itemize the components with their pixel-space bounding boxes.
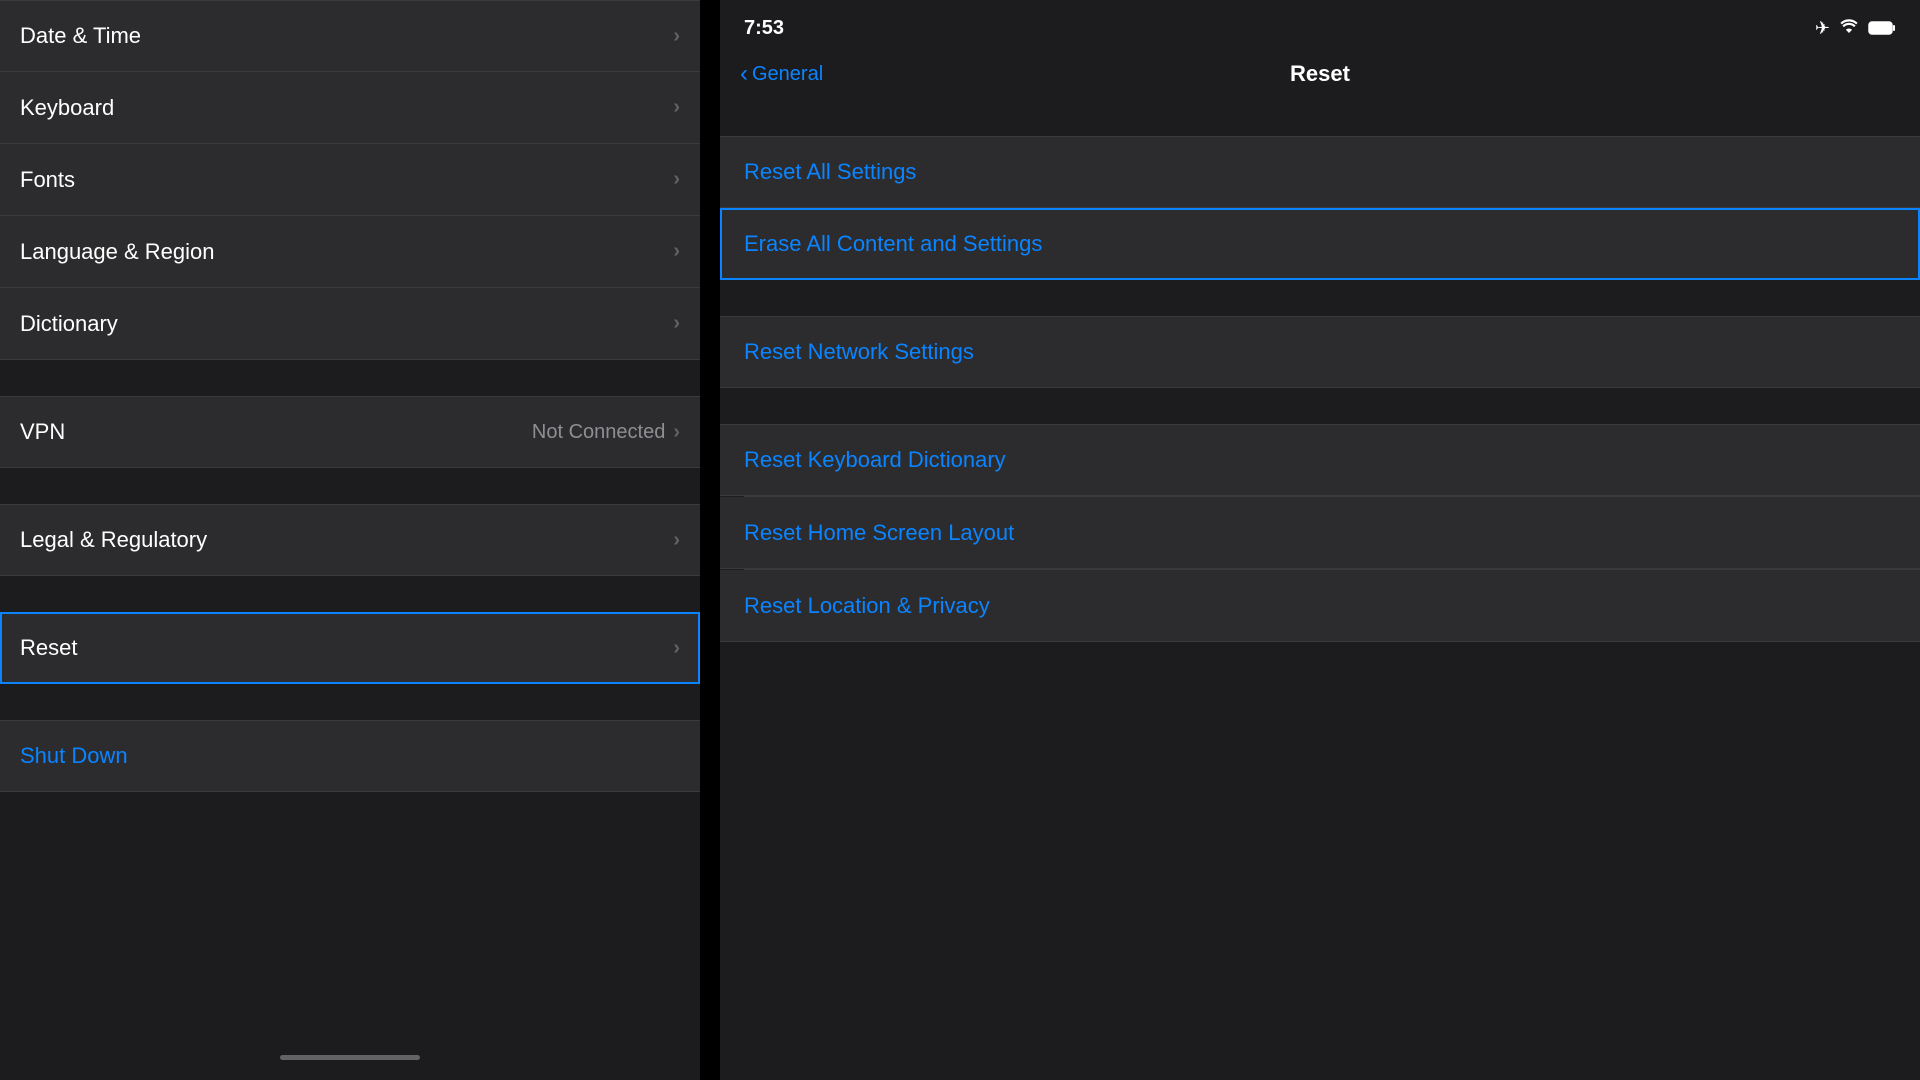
item-right-dictionary: ›: [673, 312, 680, 335]
back-label: General: [752, 63, 823, 86]
left-panel: Date & Time › Keyboard › Fonts › Languag…: [0, 0, 700, 1080]
sidebar-item-keyboard[interactable]: Keyboard ›: [0, 72, 700, 144]
settings-group-1: Date & Time › Keyboard › Fonts › Languag…: [0, 0, 700, 360]
chevron-icon-reset: ›: [673, 637, 680, 660]
reset-location-label: Reset Location & Privacy: [744, 593, 990, 619]
item-label-date-time: Date & Time: [20, 23, 141, 49]
sidebar-item-dictionary[interactable]: Dictionary ›: [0, 288, 700, 360]
battery-icon: [1868, 20, 1896, 36]
item-right-fonts: ›: [673, 168, 680, 191]
item-label-dictionary: Dictionary: [20, 311, 118, 337]
separator-3: [720, 388, 1920, 424]
settings-group-3: Legal & Regulatory ›: [0, 504, 700, 576]
reset-item-home-screen[interactable]: Reset Home Screen Layout: [720, 497, 1920, 569]
separator-3: [0, 576, 700, 612]
nav-bar: ‹ General Reset: [720, 52, 1920, 100]
chevron-icon-date-time: ›: [673, 25, 680, 48]
home-indicator: [0, 1043, 700, 1080]
item-right-vpn: Not Connected ›: [532, 421, 680, 444]
item-right-legal: ›: [673, 529, 680, 552]
separator-1: [0, 360, 700, 396]
erase-all-label: Erase All Content and Settings: [744, 231, 1042, 257]
item-label-vpn: VPN: [20, 419, 65, 445]
sidebar-item-reset[interactable]: Reset ›: [0, 612, 700, 684]
back-button[interactable]: ‹ General: [740, 60, 823, 88]
settings-group-2: VPN Not Connected ›: [0, 396, 700, 468]
item-label-language-region: Language & Region: [20, 239, 215, 265]
separator-2: [720, 280, 1920, 316]
status-icons: ✈: [1815, 18, 1896, 39]
sidebar-item-vpn[interactable]: VPN Not Connected ›: [0, 396, 700, 468]
panel-divider: [700, 0, 720, 1080]
item-label-keyboard: Keyboard: [20, 95, 114, 121]
reset-group-2: Erase All Content and Settings: [720, 208, 1920, 280]
reset-group-4: Reset Keyboard Dictionary Reset Home Scr…: [720, 424, 1920, 642]
reset-network-label: Reset Network Settings: [744, 339, 974, 365]
item-right-language-region: ›: [673, 240, 680, 263]
airplane-icon: ✈: [1815, 18, 1830, 39]
item-right-reset: ›: [673, 637, 680, 660]
nav-title: Reset: [1290, 61, 1350, 87]
settings-list: Date & Time › Keyboard › Fonts › Languag…: [0, 0, 700, 1080]
chevron-icon-keyboard: ›: [673, 96, 680, 119]
back-chevron-icon: ‹: [740, 60, 748, 88]
settings-group-shutdown: Shut Down: [0, 720, 700, 792]
reset-item-location[interactable]: Reset Location & Privacy: [720, 570, 1920, 642]
reset-item-keyboard[interactable]: Reset Keyboard Dictionary: [720, 424, 1920, 496]
status-bar: 7:53 ✈: [720, 0, 1920, 52]
reset-content: Reset All Settings Erase All Content and…: [720, 100, 1920, 1080]
reset-item-network[interactable]: Reset Network Settings: [720, 316, 1920, 388]
item-label-shutdown: Shut Down: [20, 743, 128, 769]
separator-top: [720, 100, 1920, 136]
settings-group-4: Reset ›: [0, 612, 700, 684]
reset-keyboard-label: Reset Keyboard Dictionary: [744, 447, 1006, 473]
home-bar: [280, 1055, 420, 1060]
sidebar-item-legal[interactable]: Legal & Regulatory ›: [0, 504, 700, 576]
chevron-icon-legal: ›: [673, 529, 680, 552]
wifi-icon: [1838, 18, 1860, 39]
reset-item-all-settings[interactable]: Reset All Settings: [720, 136, 1920, 208]
item-label-legal: Legal & Regulatory: [20, 527, 207, 553]
sidebar-item-shutdown[interactable]: Shut Down: [0, 720, 700, 792]
item-label-fonts: Fonts: [20, 167, 75, 193]
chevron-icon-fonts: ›: [673, 168, 680, 191]
chevron-icon-dictionary: ›: [673, 312, 680, 335]
status-time: 7:53: [744, 17, 784, 40]
item-right-date-time: ›: [673, 25, 680, 48]
reset-all-settings-label: Reset All Settings: [744, 159, 916, 185]
chevron-icon-language-region: ›: [673, 240, 680, 263]
reset-item-erase-all[interactable]: Erase All Content and Settings: [720, 208, 1920, 280]
right-panel: 7:53 ✈ ‹ General Reset: [720, 0, 1920, 1080]
reset-group-1: Reset All Settings: [720, 136, 1920, 208]
sidebar-item-fonts[interactable]: Fonts ›: [0, 144, 700, 216]
vpn-value: Not Connected: [532, 421, 665, 444]
reset-home-screen-label: Reset Home Screen Layout: [744, 520, 1014, 546]
sidebar-item-language-region[interactable]: Language & Region ›: [0, 216, 700, 288]
reset-group-3: Reset Network Settings: [720, 316, 1920, 388]
separator-4: [0, 684, 700, 720]
separator-2: [0, 468, 700, 504]
item-label-reset: Reset: [20, 635, 77, 661]
chevron-icon-vpn: ›: [673, 421, 680, 444]
item-right-keyboard: ›: [673, 96, 680, 119]
sidebar-item-date-time[interactable]: Date & Time ›: [0, 0, 700, 72]
